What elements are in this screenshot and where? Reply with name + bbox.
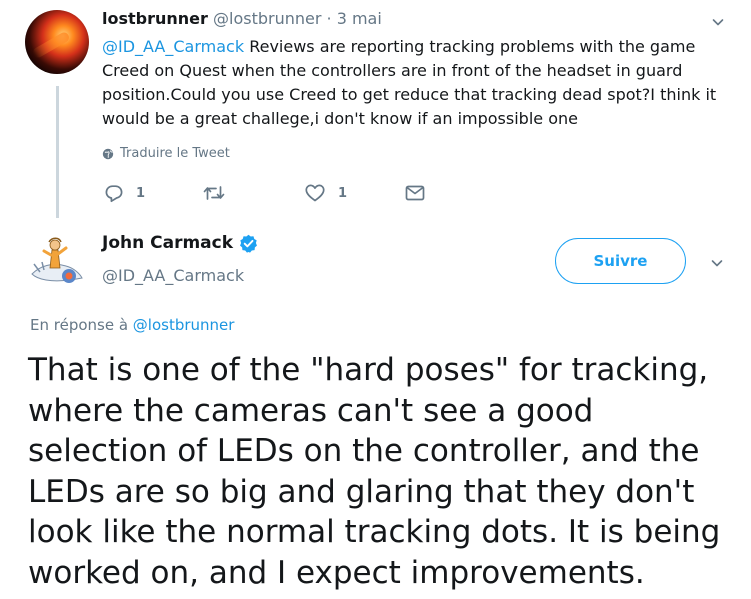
reply-context: En réponse à @lostbrunner <box>30 316 234 334</box>
envelope-icon <box>404 183 426 203</box>
tweet-text: That is one of the "hard poses" for trac… <box>28 352 721 591</box>
separator-dot: · <box>326 9 332 28</box>
retweet-button[interactable] <box>202 183 226 203</box>
translate-link[interactable]: Traduire le Tweet <box>102 146 230 161</box>
direct-message-button[interactable] <box>404 183 426 203</box>
reply-icon <box>104 183 124 203</box>
globe-icon <box>102 148 114 160</box>
reply-button[interactable]: 1 <box>104 183 145 203</box>
verified-badge-icon <box>239 234 258 253</box>
author-handle[interactable]: @ID_AA_Carmack <box>102 266 244 285</box>
translate-label: Traduire le Tweet <box>120 146 230 161</box>
reply-prefix: En réponse à <box>30 316 133 334</box>
mention-link[interactable]: @ID_AA_Carmack <box>102 37 244 56</box>
tweet-timestamp[interactable]: 3 mai <box>337 9 382 28</box>
retweet-icon <box>202 183 226 203</box>
like-count: 1 <box>338 185 348 201</box>
chevron-down-icon[interactable] <box>712 16 724 28</box>
follow-button[interactable]: Suivre <box>555 238 686 284</box>
author-name[interactable]: lostbrunner <box>102 9 208 28</box>
avatar[interactable] <box>22 228 88 294</box>
reply-to-link[interactable]: @lostbrunner <box>133 316 235 334</box>
avatar[interactable] <box>25 10 89 74</box>
tweet-header: lostbrunner @lostbrunner · 3 mai <box>102 9 382 28</box>
reply-count: 1 <box>136 185 146 201</box>
tweet-text: @ID_AA_Carmack Reviews are reporting tra… <box>102 35 732 131</box>
heart-icon <box>304 183 326 203</box>
author-handle[interactable]: @lostbrunner <box>213 9 321 28</box>
author-name[interactable]: John Carmack <box>102 233 233 253</box>
chevron-down-icon[interactable] <box>711 257 723 269</box>
thread-connector-line <box>56 86 59 218</box>
like-button[interactable]: 1 <box>304 183 347 203</box>
author-name-row[interactable]: John Carmack <box>102 233 258 253</box>
